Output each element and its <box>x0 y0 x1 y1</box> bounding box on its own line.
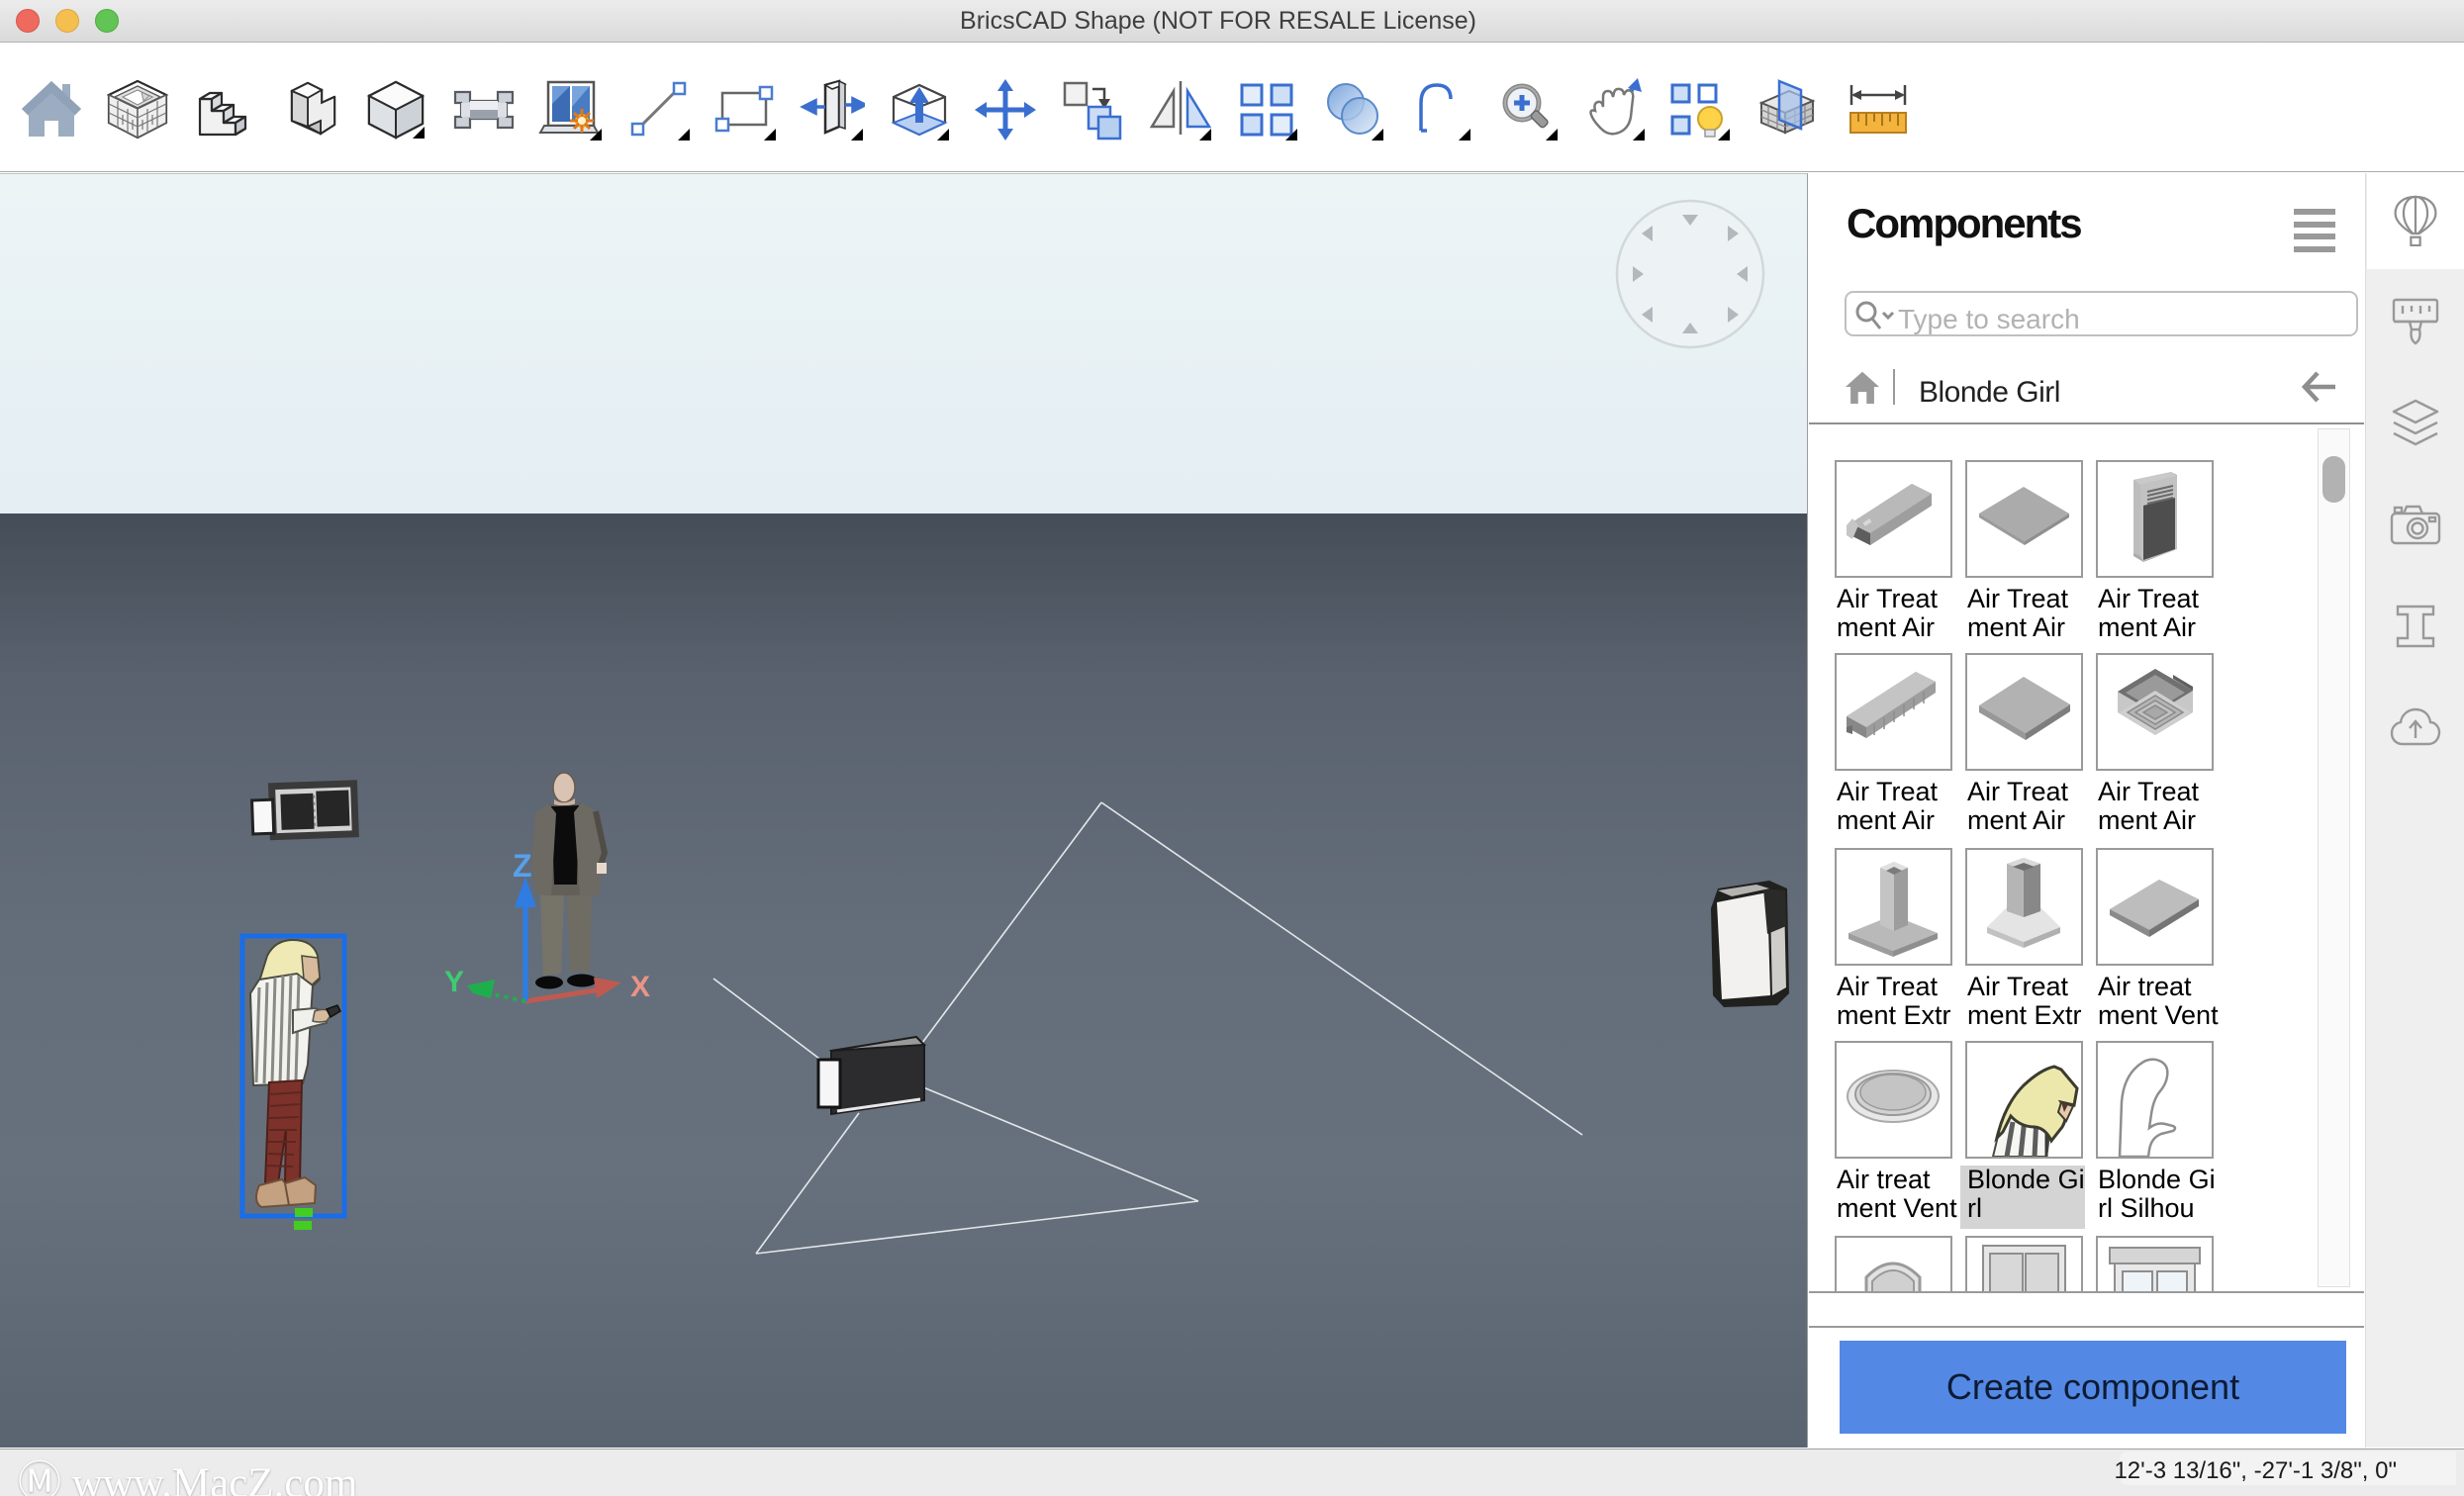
svg-text:Z: Z <box>513 848 532 884</box>
svg-text:Y: Y <box>444 966 464 998</box>
svg-text:X: X <box>630 971 650 1003</box>
